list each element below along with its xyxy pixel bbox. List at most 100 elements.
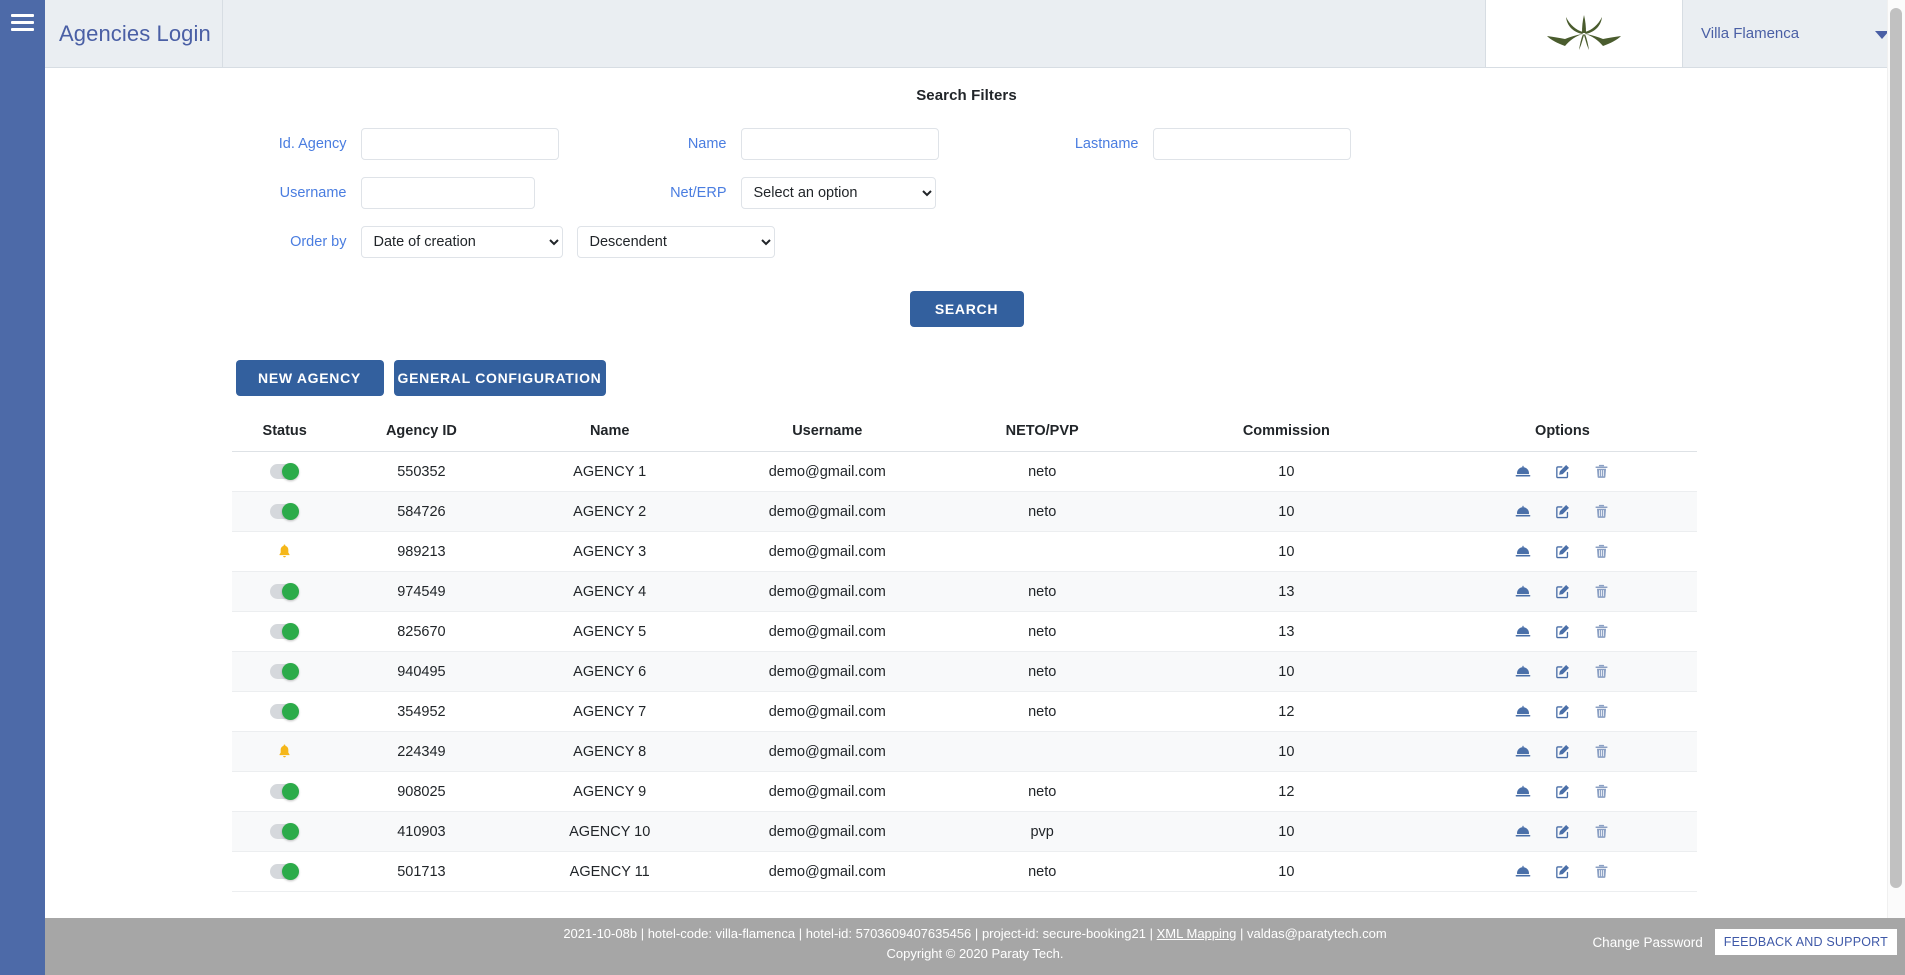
service-bell-icon[interactable] bbox=[1514, 704, 1532, 719]
service-bell-icon[interactable] bbox=[1514, 584, 1532, 599]
delete-icon[interactable] bbox=[1593, 743, 1610, 760]
cell-status bbox=[231, 491, 338, 532]
user-menu[interactable]: Villa Flamenca bbox=[1683, 0, 1905, 67]
service-bell-icon[interactable] bbox=[1514, 784, 1532, 799]
cell-status bbox=[231, 771, 338, 812]
order-by-direction-select[interactable]: DescendentAscendent bbox=[576, 226, 775, 258]
cell-username: demo@gmail.com bbox=[714, 491, 941, 532]
hamburger-icon[interactable] bbox=[11, 14, 34, 31]
edit-icon[interactable] bbox=[1554, 823, 1571, 840]
delete-icon[interactable] bbox=[1593, 503, 1610, 520]
filter-row-3: Order by Date of creationAgency IDNameUs… bbox=[232, 226, 1702, 258]
cell-options bbox=[1428, 451, 1697, 492]
cell-options bbox=[1428, 771, 1697, 812]
cell-commission: 10 bbox=[1144, 651, 1429, 692]
table-row: 940495 AGENCY 6 demo@gmail.com neto 10 bbox=[231, 651, 1697, 692]
name-input[interactable] bbox=[740, 128, 939, 160]
footer-project-id: project-id: secure-booking21 bbox=[981, 926, 1146, 941]
footer-hotel-id: hotel-id: 5703609407635456 bbox=[805, 926, 972, 941]
net-erp-select[interactable]: Select an optionnetopvp bbox=[740, 177, 936, 209]
edit-icon[interactable] bbox=[1554, 623, 1571, 640]
delete-icon[interactable] bbox=[1593, 623, 1610, 640]
status-toggle[interactable] bbox=[270, 583, 300, 601]
id-agency-input[interactable] bbox=[360, 128, 559, 160]
edit-icon[interactable] bbox=[1554, 743, 1571, 760]
field-id-agency: Id. Agency bbox=[232, 128, 559, 160]
username-input[interactable] bbox=[360, 177, 535, 209]
cell-status bbox=[231, 651, 338, 692]
cell-status bbox=[231, 571, 338, 612]
service-bell-icon[interactable] bbox=[1514, 824, 1532, 839]
status-toggle[interactable] bbox=[270, 623, 300, 641]
status-toggle[interactable] bbox=[270, 783, 300, 801]
edit-icon[interactable] bbox=[1554, 703, 1571, 720]
table-row: 825670 AGENCY 5 demo@gmail.com neto 13 bbox=[231, 611, 1697, 652]
order-by-field-select[interactable]: Date of creationAgency IDNameUsernameCom… bbox=[360, 226, 563, 258]
service-bell-icon[interactable] bbox=[1514, 464, 1532, 479]
status-toggle[interactable] bbox=[270, 703, 300, 721]
cell-status bbox=[231, 731, 338, 772]
delete-icon[interactable] bbox=[1593, 663, 1610, 680]
new-agency-button[interactable]: NEW AGENCY bbox=[235, 360, 384, 396]
vertical-scrollbar-thumb[interactable] bbox=[1890, 8, 1902, 888]
edit-icon[interactable] bbox=[1554, 463, 1571, 480]
service-bell-icon[interactable] bbox=[1514, 664, 1532, 679]
delete-icon[interactable] bbox=[1593, 543, 1610, 560]
delete-icon[interactable] bbox=[1593, 703, 1610, 720]
cell-agency-id: 908025 bbox=[337, 771, 505, 812]
table-head: Status Agency ID Name Username NETO/PVP … bbox=[231, 414, 1697, 452]
status-toggle[interactable] bbox=[270, 823, 300, 841]
status-toggle[interactable] bbox=[270, 863, 300, 881]
delete-icon[interactable] bbox=[1593, 463, 1610, 480]
cell-commission: 12 bbox=[1144, 691, 1429, 732]
edit-icon[interactable] bbox=[1554, 583, 1571, 600]
edit-icon[interactable] bbox=[1554, 863, 1571, 880]
cell-options bbox=[1428, 811, 1697, 852]
cell-status bbox=[231, 691, 338, 732]
lastname-input[interactable] bbox=[1152, 128, 1351, 160]
footer-build: 2021-10-08b bbox=[563, 926, 638, 941]
cell-commission: 10 bbox=[1144, 451, 1429, 492]
pending-bell-icon[interactable] bbox=[276, 743, 293, 760]
cell-options bbox=[1428, 691, 1697, 732]
sidebar-rail bbox=[0, 0, 45, 975]
status-toggle[interactable] bbox=[270, 663, 300, 681]
footer-sep-4: | bbox=[1149, 926, 1153, 941]
delete-icon[interactable] bbox=[1593, 583, 1610, 600]
cell-options bbox=[1428, 851, 1697, 892]
change-password-link[interactable]: Change Password bbox=[1592, 935, 1702, 950]
service-bell-icon[interactable] bbox=[1514, 624, 1532, 639]
delete-icon[interactable] bbox=[1593, 823, 1610, 840]
cell-name: AGENCY 4 bbox=[504, 571, 715, 612]
status-toggle[interactable] bbox=[270, 503, 300, 521]
delete-icon[interactable] bbox=[1593, 783, 1610, 800]
status-toggle[interactable] bbox=[270, 463, 300, 481]
search-button[interactable]: SEARCH bbox=[909, 291, 1024, 327]
service-bell-icon[interactable] bbox=[1514, 744, 1532, 759]
cell-neto-pvp: neto bbox=[940, 851, 1145, 892]
search-button-row: SEARCH bbox=[232, 291, 1702, 327]
status-toggle-knob bbox=[282, 463, 300, 481]
service-bell-icon[interactable] bbox=[1514, 864, 1532, 879]
pending-bell-icon[interactable] bbox=[276, 543, 293, 560]
cell-status bbox=[231, 851, 338, 892]
edit-icon[interactable] bbox=[1554, 783, 1571, 800]
service-bell-icon[interactable] bbox=[1514, 504, 1532, 519]
cell-username: demo@gmail.com bbox=[714, 691, 941, 732]
edit-icon[interactable] bbox=[1554, 503, 1571, 520]
xml-mapping-link[interactable]: XML Mapping bbox=[1157, 926, 1237, 941]
general-configuration-button[interactable]: GENERAL CONFIGURATION bbox=[393, 360, 606, 396]
cell-agency-id: 501713 bbox=[337, 851, 505, 892]
vertical-scrollbar-track[interactable] bbox=[1887, 0, 1905, 918]
edit-icon[interactable] bbox=[1554, 543, 1571, 560]
edit-icon[interactable] bbox=[1554, 663, 1571, 680]
options-icon-group bbox=[1434, 823, 1690, 840]
options-icon-group bbox=[1434, 503, 1690, 520]
delete-icon[interactable] bbox=[1593, 863, 1610, 880]
cell-name: AGENCY 1 bbox=[504, 451, 715, 492]
cell-username: demo@gmail.com bbox=[714, 731, 941, 772]
feedback-and-support-button[interactable]: FEEDBACK AND SUPPORT bbox=[1714, 929, 1897, 955]
cell-commission: 13 bbox=[1144, 571, 1429, 612]
table-body: 550352 AGENCY 1 demo@gmail.com neto 10 584726… bbox=[231, 451, 1697, 892]
service-bell-icon[interactable] bbox=[1514, 544, 1532, 559]
